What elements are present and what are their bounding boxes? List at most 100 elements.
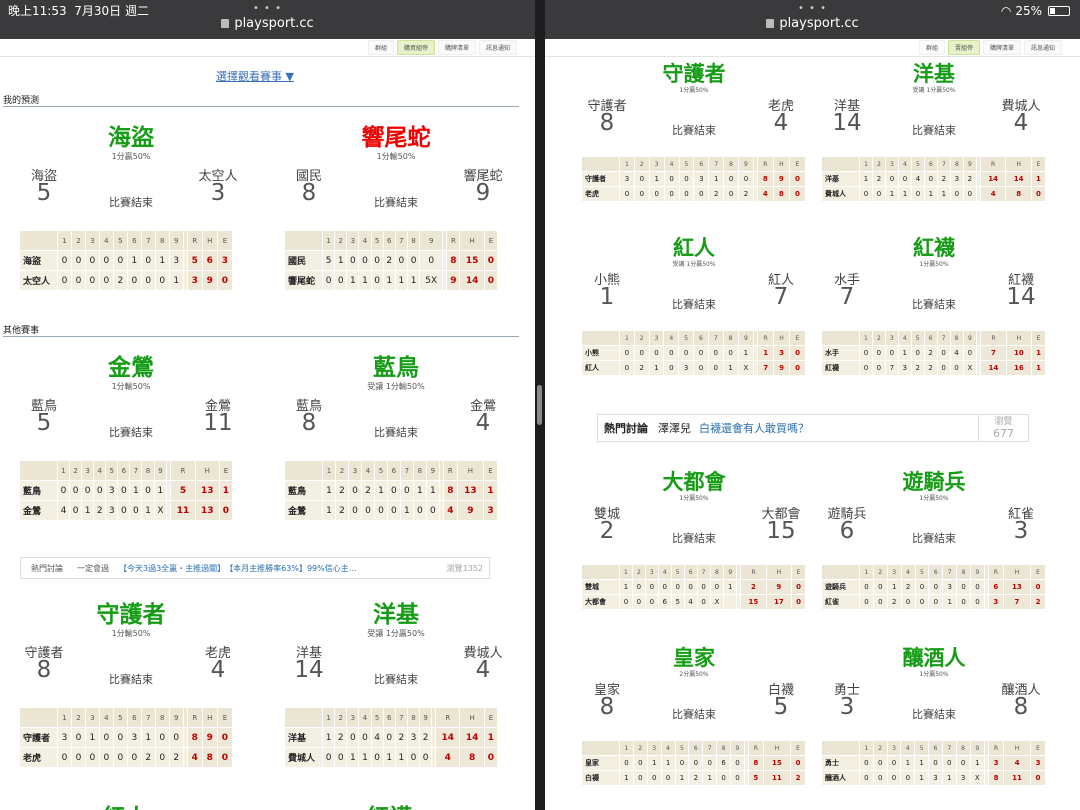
table-row: 釀酒人 0 0 0 0 1 3 1 3 X 8 11 0 (821, 770, 1046, 786)
game-card: 藍鳥 受讓 1分輸50% 藍鳥 金鶯 8 4 比賽結束 1 2 3 4 5 6 7 8 9 R H E 藍鳥 1 2 0 2 1… (277, 348, 515, 568)
score-cell: 0 (678, 345, 695, 361)
header-cell: 9 (425, 460, 440, 481)
nav-item[interactable]: 賣組帝 (947, 40, 980, 55)
hot-discussion-bar: 熱門討論 澤澤兒 白襪還會有人敢買嗎？ 瀏覽 677 (597, 414, 1029, 442)
score-cell: 0 (872, 770, 888, 786)
url-text[interactable]: playsport.cc (779, 16, 858, 31)
game-status: 比賽結束 (374, 673, 418, 686)
header-cell: E (790, 740, 806, 756)
nav-item[interactable]: 購牌清單 (437, 40, 476, 55)
score-cell: 8 (201, 747, 218, 768)
header-cell: 8 (412, 460, 427, 481)
score-cell: 11 (1002, 770, 1032, 786)
score-cell: 3 (126, 727, 142, 748)
score-cell: 1 (660, 755, 676, 771)
score-cell: 2 (910, 360, 925, 376)
score-cell: 0 (140, 270, 156, 291)
row-team-name: 大都會 (581, 594, 620, 610)
url-bar[interactable]: • • • playsport.cc (545, 0, 1080, 39)
score-cell: 4 (56, 500, 71, 521)
nav-item[interactable]: 群組 (367, 40, 394, 55)
game-status: 比賽結束 (912, 124, 956, 137)
hot-user[interactable]: 澤澤兒 (658, 420, 691, 436)
score-cell: 0 (657, 579, 672, 595)
row-team-name: 守護者 (19, 727, 58, 748)
header-cell: 5 (678, 330, 695, 346)
row-team-name: 藍鳥 (284, 480, 323, 501)
header-cell: 3 (648, 156, 665, 172)
hot-link[interactable]: 白襪還會有人敢買嗎？ (699, 420, 809, 436)
score-cell: 1 (1031, 360, 1046, 376)
nav-item[interactable]: 購買組帝 (396, 40, 435, 55)
header-cell: E (216, 707, 234, 728)
header-cell: 6 (693, 330, 709, 346)
header-cell (821, 156, 860, 172)
score-cell: 0 (644, 579, 659, 595)
header-cell: 6 (923, 156, 938, 172)
score-cell: 0 (419, 250, 444, 271)
nav-item[interactable]: 購牌清單 (982, 40, 1021, 55)
hot-tag[interactable]: 一定會過 (77, 563, 109, 574)
game-card: 響尾蛇 1分輸50% 國民 響尾蛇 8 9 比賽結束 1 2 3 4 5 6 7 8 9 R H E 國民 5 1 0 0 0 2… (277, 118, 515, 338)
nav-item[interactable]: 訊息通知 (478, 40, 517, 55)
row-team-name: 皇家 (581, 755, 620, 771)
score-cell: 1 (969, 755, 986, 771)
row-team-name: 老虎 (581, 186, 620, 202)
score-cell: 0 (955, 755, 971, 771)
url-text[interactable]: playsport.cc (234, 16, 313, 31)
nav-item[interactable]: 群組 (918, 40, 945, 55)
score-cell: 0 (98, 270, 114, 291)
score-cell: 1 (648, 360, 665, 376)
box-score-table: 1 2 3 4 5 6 7 8 9 R H E 洋基 1 2 0 0 4 0 2 3 2 14 14 1 費城人 0 0 1 1 0 1 1 0 0… (284, 707, 499, 768)
game-status: 比賽結束 (672, 708, 716, 721)
score-cell: 0 (914, 579, 930, 595)
score-cell: 4 (1002, 755, 1032, 771)
score-cell: 8 (186, 727, 203, 748)
picked-team: 大都會 (662, 470, 726, 494)
score-cell: 0 (674, 755, 690, 771)
score-cell: 1 (900, 755, 916, 771)
score-cell: 0 (788, 186, 807, 202)
score-cell: 0 (678, 171, 695, 187)
hot-link[interactable]: 【本月主推勝率63%】99%信心主… (225, 563, 357, 574)
picked-team: 皇家 (673, 646, 715, 670)
row-team-name: 水手 (821, 345, 860, 361)
header-cell: 9 (153, 460, 168, 481)
picked-team: 遊騎兵 (902, 470, 966, 494)
game-card: 釀酒人 1分贏50% 勇士 釀酒人 3 8 比賽結束 1 2 3 4 5 6 7 8 9 R H E 勇士 0 0 0 1 1 0… (815, 642, 1053, 810)
score-cell: 2 (738, 186, 754, 202)
header-cell: 2 (633, 156, 650, 172)
header-cell: 9 (730, 740, 745, 756)
table-row: 水手 0 0 0 1 0 2 0 4 0 7 10 1 (821, 345, 1046, 361)
score-cell: 2 (334, 500, 349, 521)
row-team-name: 勇士 (821, 755, 860, 771)
header-cell (19, 460, 58, 481)
header-cell: 9 (419, 230, 444, 251)
nav-item[interactable]: 訊息通知 (1023, 40, 1062, 55)
header-cell (284, 707, 323, 728)
header-cell: 3 (347, 460, 362, 481)
score-cell: 0 (886, 755, 902, 771)
split-handle[interactable] (537, 385, 542, 425)
header-cell: 7 (936, 330, 951, 346)
game-card: 守護者 1分輸50% 守護者 老虎 8 4 比賽結束 1 2 3 4 5 6 7 8 9 R H E 守護者 3 0 1 0 0… (12, 595, 250, 810)
score-cell: 0 (859, 770, 874, 786)
score-cell: 0 (788, 171, 807, 187)
score-cell: 14 (979, 171, 1007, 187)
select-game-link[interactable]: 選擇觀看賽事 ▼ (0, 68, 510, 84)
score-cell: 1 (859, 171, 873, 187)
score-cell: 0 (707, 345, 724, 361)
window-dots[interactable]: • • • (545, 0, 1080, 15)
score-cell: 0 (900, 594, 916, 610)
hot-link[interactable]: 【今天3過3全贏・主推過關】 (119, 563, 225, 574)
score-cell: 2 (382, 250, 396, 271)
header-cell: 8 (722, 330, 739, 346)
score-cell: 0 (648, 186, 665, 202)
row-team-name: 紅人 (581, 360, 620, 376)
score-cell: 3 (186, 270, 203, 291)
header-cell (581, 330, 620, 346)
header-cell: E (218, 460, 234, 481)
odds-text: 受讓 1分贏50% (912, 87, 956, 94)
header-cell: R (757, 330, 775, 346)
row-team-name: 紅襪 (821, 360, 860, 376)
